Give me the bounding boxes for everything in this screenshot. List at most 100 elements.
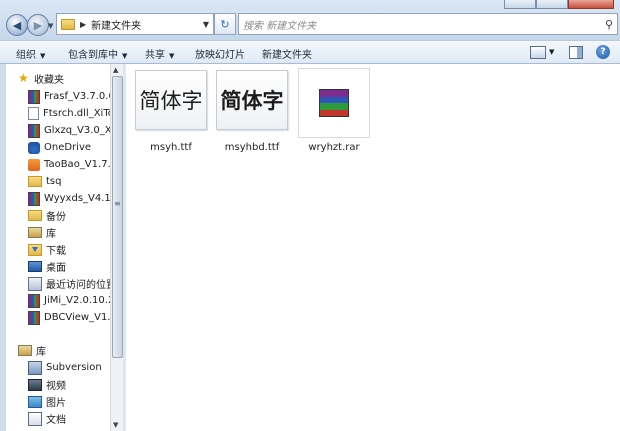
favorites-item-label: JiMi_V2.0.10.24_ (44, 295, 110, 306)
subversion-icon (28, 360, 42, 375)
winrar-archive-icon (298, 68, 370, 138)
address-bar[interactable]: ▶ 新建文件夹 ▼ (56, 13, 214, 35)
share-label: 共享 (145, 50, 165, 61)
new-folder-label: 新建文件夹 (262, 50, 312, 61)
search-box[interactable]: 搜索 新建文件夹 ⚲ (238, 13, 618, 35)
favorites-item[interactable]: OneDrive (28, 139, 91, 156)
favorites-item-label: TaoBao_V1.7.8. (44, 159, 110, 170)
favorites-item[interactable]: Ftsrch.dll_XiTon (28, 105, 110, 122)
folder-icon (28, 210, 42, 221)
favorites-item[interactable]: tsq (28, 173, 61, 190)
recent-places-icon (28, 276, 42, 291)
search-input[interactable]: 搜索 新建文件夹 (239, 17, 601, 32)
forward-arrow-icon: ▶ (33, 18, 43, 32)
scrollbar-thumb[interactable] (112, 76, 123, 358)
rar-icon (28, 123, 40, 138)
folder-icon (28, 176, 42, 187)
library-item[interactable]: Subversion (28, 359, 102, 376)
include-in-library-label: 包含到库中 (68, 50, 118, 61)
library-icon (28, 227, 42, 238)
preview-pane-icon (569, 45, 583, 59)
command-bar: 组织 ▼ 包含到库中 ▼ 共享 ▼ 放映幻灯片 新建文件夹 ▼ ? (0, 40, 620, 64)
library-item[interactable]: 图片 (28, 393, 66, 410)
new-folder-button[interactable]: 新建文件夹 (262, 46, 312, 61)
scroll-up-icon[interactable]: ▲ (113, 66, 118, 74)
breadcrumb-separator-icon[interactable]: ▶ (80, 20, 86, 29)
favorites-item[interactable]: JiMi_V2.0.10.24_ (28, 292, 110, 309)
scroll-down-icon[interactable]: ▼ (113, 421, 118, 429)
view-icon (530, 45, 546, 59)
favorites-item-label: Ftsrch.dll_XiTon (43, 108, 110, 119)
favorites-item-label: DBCView_V1.1_ (44, 312, 110, 323)
video-icon (28, 378, 42, 391)
rar-book-band (320, 109, 348, 116)
pictures-icon (28, 395, 42, 408)
preview-pane-button[interactable] (569, 44, 583, 60)
favorites-item[interactable]: TaoBao_V1.7.8. (28, 156, 110, 173)
close-button[interactable] (568, 0, 614, 9)
file-item-msyhbd[interactable]: 简体字 msyhbd.ttf (216, 70, 288, 153)
navigation-pane: ★ 收藏夹 Frasf_V3.7.0.0_X Ftsrch.dll_XiTon Gl… (6, 64, 110, 431)
downloads-icon (28, 243, 42, 256)
library-item-label: Subversion (46, 362, 102, 373)
favorites-item-label: Frasf_V3.7.0.0_X (44, 91, 110, 102)
file-name: msyhbd.ttf (224, 142, 280, 153)
rar-icon (28, 89, 40, 104)
maximize-button[interactable] (536, 0, 568, 9)
file-item-msyh[interactable]: 简体字 msyh.ttf (135, 70, 207, 153)
help-button[interactable]: ? (596, 44, 610, 60)
search-icon[interactable]: ⚲ (601, 18, 617, 31)
chevron-down-icon: ▼ (549, 48, 555, 56)
favorites-item[interactable]: Frasf_V3.7.0.0_X (28, 88, 110, 105)
forward-button[interactable]: ▶ (27, 14, 49, 36)
chevron-down-icon: ▼ (169, 52, 175, 60)
slideshow-label: 放映幻灯片 (195, 50, 245, 61)
favorites-item[interactable]: Glxzq_V3.0_XiTo (28, 122, 110, 139)
navigation-scrollbar[interactable]: ▲ ≡ ▼ (110, 64, 123, 431)
favorites-item[interactable]: Wyyxds_V4.1.1.: (28, 190, 110, 207)
address-dropdown-icon[interactable]: ▼ (203, 20, 209, 29)
rar-icon (28, 191, 40, 206)
libraries-header[interactable]: 库 (18, 342, 46, 359)
minimize-button[interactable] (504, 0, 536, 9)
favorites-item[interactable]: 库 (28, 224, 56, 241)
library-item[interactable]: 视频 (28, 376, 66, 393)
change-view-button[interactable]: ▼ (530, 44, 554, 60)
favorites-item[interactable]: 最近访问的位置 (28, 275, 110, 292)
back-arrow-icon: ◀ (12, 18, 22, 32)
file-list[interactable]: 简体字 msyh.ttf 简体字 msyhbd.ttf wryhzt.rar (126, 64, 620, 431)
folder-icon (61, 18, 75, 30)
library-item-label: 文档 (46, 415, 66, 426)
back-button[interactable]: ◀ (6, 14, 28, 36)
library-item-label: 图片 (46, 398, 66, 409)
organize-button[interactable]: 组织 ▼ (16, 46, 45, 61)
library-icon (18, 345, 32, 356)
chevron-down-icon: ▼ (40, 52, 46, 60)
favorites-header[interactable]: ★ 收藏夹 (18, 70, 64, 87)
favorites-item[interactable]: 备份 (28, 207, 66, 224)
organize-label: 组织 (16, 50, 36, 61)
documents-icon (28, 411, 42, 426)
window-controls (504, 0, 614, 9)
favorites-item[interactable]: 桌面 (28, 258, 66, 275)
slideshow-button[interactable]: 放映幻灯片 (195, 46, 245, 61)
include-in-library-button[interactable]: 包含到库中 ▼ (68, 46, 127, 61)
favorites-item-label: Wyyxds_V4.1.1.: (44, 193, 110, 204)
favorites-item[interactable]: 下载 (28, 241, 66, 258)
recent-pages-dropdown-icon[interactable]: ▼ (48, 22, 53, 30)
desktop-icon (28, 261, 42, 272)
library-item-label: 视频 (46, 381, 66, 392)
library-item[interactable]: 文档 (28, 410, 66, 427)
favorites-item-label: 备份 (46, 212, 66, 223)
file-name: msyh.ttf (150, 142, 192, 153)
file-icon (28, 107, 39, 120)
taobao-icon (28, 158, 40, 171)
chevron-down-icon: ▼ (122, 52, 128, 60)
favorites-item[interactable]: DBCView_V1.1_ (28, 309, 110, 326)
rar-icon (28, 310, 40, 325)
address-path[interactable]: 新建文件夹 (91, 17, 203, 32)
favorites-item-label: 下载 (46, 246, 66, 257)
share-button[interactable]: 共享 ▼ (145, 46, 174, 61)
refresh-button[interactable]: ↻ (214, 13, 236, 35)
file-item-wryhzt[interactable]: wryhzt.rar (298, 68, 370, 153)
